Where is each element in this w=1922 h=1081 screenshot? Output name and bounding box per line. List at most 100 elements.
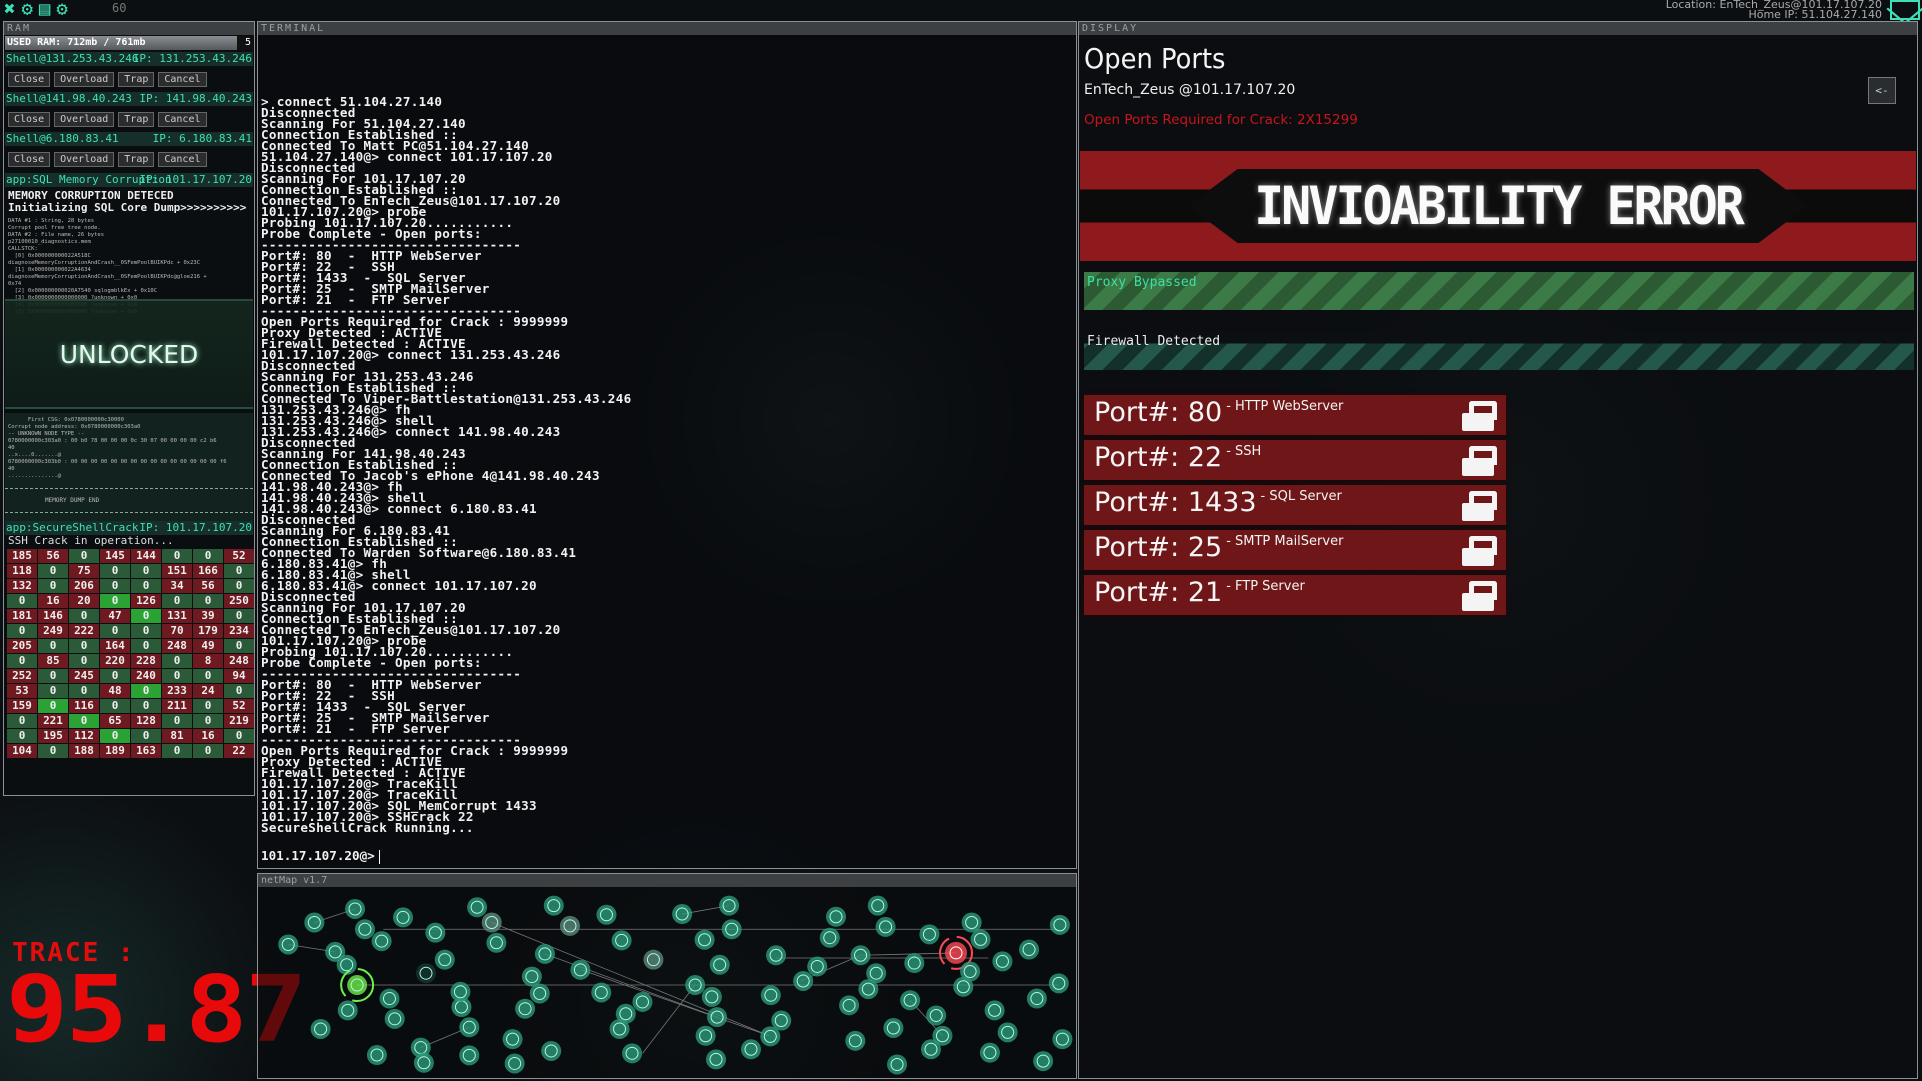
shell-cancel-button[interactable]: Cancel bbox=[158, 112, 207, 127]
network-node[interactable] bbox=[685, 975, 706, 996]
network-node[interactable] bbox=[481, 912, 502, 933]
network-node[interactable] bbox=[541, 1040, 562, 1061]
network-node[interactable] bbox=[1052, 1029, 1073, 1050]
network-node[interactable] bbox=[486, 932, 507, 953]
exit-icon[interactable]: ✖ bbox=[4, 0, 15, 20]
shell-cancel-button[interactable]: Cancel bbox=[158, 72, 207, 87]
network-node[interactable] bbox=[858, 979, 879, 1000]
network-node[interactable] bbox=[379, 988, 400, 1009]
network-node[interactable] bbox=[926, 1005, 947, 1026]
network-node[interactable] bbox=[1019, 939, 1040, 960]
network-node[interactable] bbox=[515, 998, 536, 1019]
shell-close-button[interactable]: Close bbox=[8, 112, 51, 127]
network-node[interactable] bbox=[771, 1010, 792, 1031]
network-node[interactable] bbox=[760, 985, 781, 1006]
network-node[interactable] bbox=[701, 986, 722, 1007]
gear-icon[interactable]: ⚙ bbox=[56, 0, 67, 20]
terminal-panel[interactable]: TERMINAL > connect 51.104.27.140 Disconne… bbox=[257, 21, 1077, 869]
network-node[interactable] bbox=[384, 1008, 405, 1029]
network-node[interactable] bbox=[467, 897, 488, 918]
network-node[interactable] bbox=[904, 953, 925, 974]
network-node[interactable] bbox=[992, 951, 1013, 972]
network-node[interactable] bbox=[709, 954, 730, 975]
network-node[interactable] bbox=[354, 919, 375, 940]
network-node[interactable] bbox=[979, 1042, 1000, 1063]
network-node[interactable] bbox=[310, 1018, 331, 1039]
network-node[interactable] bbox=[672, 904, 693, 925]
settings-icon[interactable]: ⚙ bbox=[21, 0, 32, 20]
network-node[interactable] bbox=[570, 959, 591, 980]
port-row[interactable]: Port#: 1433- SQL Server bbox=[1084, 485, 1506, 525]
network-node[interactable] bbox=[970, 929, 991, 950]
port-row[interactable]: Port#: 25- SMTP MailServer bbox=[1084, 530, 1506, 570]
network-node[interactable] bbox=[591, 982, 612, 1003]
network-node[interactable] bbox=[534, 943, 555, 964]
network-node[interactable] bbox=[984, 1000, 1005, 1021]
network-node[interactable] bbox=[611, 930, 632, 951]
network-node[interactable] bbox=[695, 1025, 716, 1046]
network-node[interactable] bbox=[622, 1043, 643, 1064]
network-node[interactable] bbox=[850, 945, 871, 966]
network-node[interactable] bbox=[609, 1018, 630, 1039]
network-node[interactable] bbox=[883, 1017, 904, 1038]
network-node[interactable] bbox=[997, 1022, 1018, 1043]
network-node[interactable] bbox=[793, 970, 814, 991]
shell-trap-button[interactable]: Trap bbox=[118, 112, 155, 127]
network-node[interactable] bbox=[643, 949, 664, 970]
network-node[interactable] bbox=[819, 927, 840, 948]
shell-close-button[interactable]: Close bbox=[8, 152, 51, 167]
network-node[interactable] bbox=[887, 1054, 908, 1075]
network-node[interactable] bbox=[459, 1017, 480, 1038]
network-node[interactable] bbox=[875, 916, 896, 937]
network-node[interactable] bbox=[961, 912, 982, 933]
shell-trap-button[interactable]: Trap bbox=[118, 152, 155, 167]
network-node[interactable] bbox=[766, 945, 787, 966]
network-node[interactable] bbox=[740, 1039, 761, 1060]
shell-close-button[interactable]: Close bbox=[8, 72, 51, 87]
network-node[interactable] bbox=[434, 949, 455, 970]
network-node[interactable] bbox=[425, 922, 446, 943]
network-node[interactable] bbox=[304, 912, 325, 933]
network-node[interactable] bbox=[450, 981, 471, 1002]
network-node[interactable] bbox=[632, 991, 653, 1012]
network-node[interactable] bbox=[371, 931, 392, 952]
network-node[interactable] bbox=[393, 907, 414, 928]
network-node[interactable] bbox=[1026, 988, 1047, 1009]
network-node[interactable] bbox=[867, 895, 888, 916]
network-node[interactable] bbox=[459, 1045, 480, 1066]
network-node[interactable] bbox=[900, 990, 921, 1011]
port-row[interactable]: Port#: 21- FTP Server bbox=[1084, 575, 1506, 615]
network-node[interactable] bbox=[278, 934, 299, 955]
network-node[interactable] bbox=[721, 919, 742, 940]
network-node[interactable] bbox=[920, 1039, 941, 1060]
network-node[interactable] bbox=[596, 904, 617, 925]
network-node[interactable] bbox=[839, 995, 860, 1016]
back-button[interactable]: <- bbox=[1868, 77, 1896, 104]
network-node[interactable] bbox=[559, 915, 580, 936]
network-node[interactable] bbox=[919, 924, 940, 945]
network-node[interactable] bbox=[337, 1000, 358, 1021]
terminal-input[interactable]: 101.17.107.20@> bbox=[261, 849, 380, 864]
shell-overload-button[interactable]: Overload bbox=[54, 72, 115, 87]
network-node[interactable] bbox=[807, 956, 828, 977]
network-node[interactable] bbox=[707, 1007, 728, 1028]
shell-trap-button[interactable]: Trap bbox=[118, 72, 155, 87]
network-node[interactable] bbox=[1048, 973, 1069, 994]
network-node[interactable] bbox=[826, 906, 847, 927]
network-node[interactable] bbox=[706, 1049, 727, 1070]
network-node[interactable] bbox=[1033, 1051, 1054, 1072]
network-node[interactable] bbox=[1049, 914, 1070, 935]
network-node[interactable] bbox=[504, 1053, 525, 1074]
network-node[interactable] bbox=[502, 1029, 523, 1050]
network-node[interactable] bbox=[953, 976, 974, 997]
network-node[interactable] bbox=[345, 898, 366, 919]
network-node[interactable] bbox=[719, 895, 740, 916]
shell-cancel-button[interactable]: Cancel bbox=[158, 152, 207, 167]
port-row[interactable]: Port#: 80- HTTP WebServer bbox=[1084, 395, 1506, 435]
network-node[interactable] bbox=[529, 983, 550, 1004]
mail-icon[interactable] bbox=[1890, 0, 1920, 20]
network-node[interactable] bbox=[413, 1052, 434, 1073]
shell-overload-button[interactable]: Overload bbox=[54, 112, 115, 127]
network-node[interactable] bbox=[366, 1045, 387, 1066]
shell-overload-button[interactable]: Overload bbox=[54, 152, 115, 167]
